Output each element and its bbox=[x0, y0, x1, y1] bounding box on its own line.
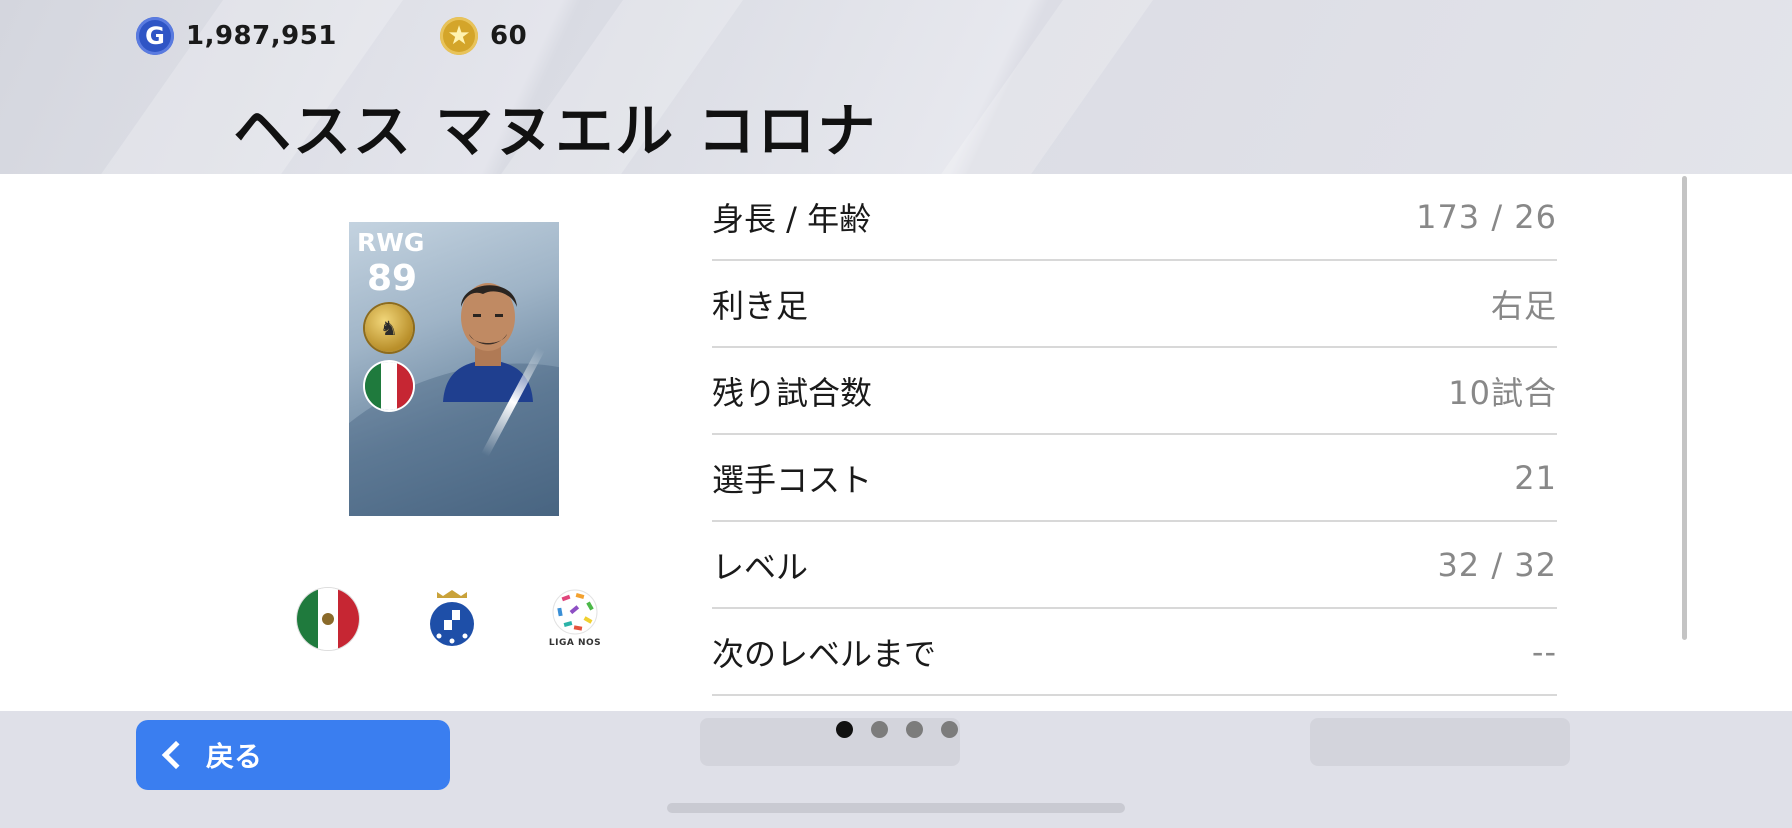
stat-label: 利き足 bbox=[712, 286, 809, 325]
card-rating: 89 bbox=[367, 258, 418, 299]
affiliation-icons: LIGA NOS bbox=[297, 588, 627, 656]
coin-star-icon: ★ bbox=[440, 17, 478, 55]
league-ball-icon bbox=[552, 589, 598, 635]
coin-value: 60 bbox=[490, 21, 528, 51]
nationality-flag-icon[interactable] bbox=[297, 588, 359, 650]
stat-label: 身長 / 年齢 bbox=[712, 199, 872, 238]
league-logo-text: LIGA NOS bbox=[548, 638, 602, 648]
stat-row-matches-remaining: 残り試合数 10試合 bbox=[712, 348, 1557, 435]
coin-balance: ★ 60 bbox=[440, 16, 527, 56]
stat-label: 次のレベルまで bbox=[712, 634, 937, 673]
stat-label: 残り試合数 bbox=[712, 373, 873, 412]
stat-row-height-age: 身長 / 年齢 173 / 26 bbox=[712, 174, 1557, 261]
club-crest-icon[interactable] bbox=[421, 588, 483, 650]
stat-value: -- bbox=[1531, 632, 1557, 671]
stat-row-strong-foot: 利き足 右足 bbox=[712, 261, 1557, 348]
card-position: RWG bbox=[357, 228, 425, 257]
gp-value: 1,987,951 bbox=[186, 21, 337, 51]
page-dot-1[interactable] bbox=[836, 720, 853, 738]
stat-value: 21 bbox=[1514, 458, 1557, 497]
stat-value: 32 / 32 bbox=[1437, 545, 1557, 584]
player-card[interactable]: RWG 89 ♞ bbox=[349, 222, 559, 516]
back-button-label: 戻る bbox=[206, 740, 263, 773]
stat-value: 173 / 26 bbox=[1416, 197, 1557, 236]
stat-row-player-cost: 選手コスト 21 bbox=[712, 435, 1557, 522]
stat-row-level: レベル 32 / 32 bbox=[712, 522, 1557, 609]
page-indicator[interactable] bbox=[836, 720, 958, 738]
hidden-footer-button bbox=[1310, 718, 1570, 766]
gp-balance: G 1,987,951 bbox=[136, 16, 337, 56]
back-button[interactable]: 戻る bbox=[136, 720, 450, 790]
stat-label: レベル bbox=[712, 547, 809, 586]
page-dot-2[interactable] bbox=[871, 720, 888, 738]
page-dot-4[interactable] bbox=[941, 720, 958, 738]
stat-row-next-level: 次のレベルまで -- bbox=[712, 609, 1557, 696]
league-logo-icon[interactable]: LIGA NOS bbox=[544, 588, 606, 650]
stat-label: 選手コスト bbox=[712, 460, 873, 499]
header: G 1,987,951 ★ 60 ヘスス マヌエル コロナ bbox=[0, 0, 1792, 174]
gp-coin-icon: G bbox=[136, 17, 174, 55]
stat-value: 10試合 bbox=[1448, 373, 1557, 412]
legend-badge-icon: ♞ bbox=[365, 304, 413, 352]
home-indicator[interactable] bbox=[667, 803, 1125, 813]
stats-list: 身長 / 年齢 173 / 26 利き足 右足 残り試合数 10試合 選手コスト… bbox=[712, 174, 1557, 696]
mexico-flag-icon bbox=[365, 362, 413, 410]
player-name: ヘスス マヌエル コロナ bbox=[233, 97, 878, 165]
player-detail-panel: RWG 89 ♞ LIGA NOS 身長 / 年齢 173 / 26 利き足 右… bbox=[0, 174, 1792, 711]
header-stripe bbox=[908, 0, 1182, 174]
chevron-left-icon bbox=[161, 740, 191, 770]
stat-value: 右足 bbox=[1490, 286, 1557, 325]
stats-scrollbar[interactable] bbox=[1682, 176, 1687, 640]
page-dot-3[interactable] bbox=[906, 720, 923, 738]
